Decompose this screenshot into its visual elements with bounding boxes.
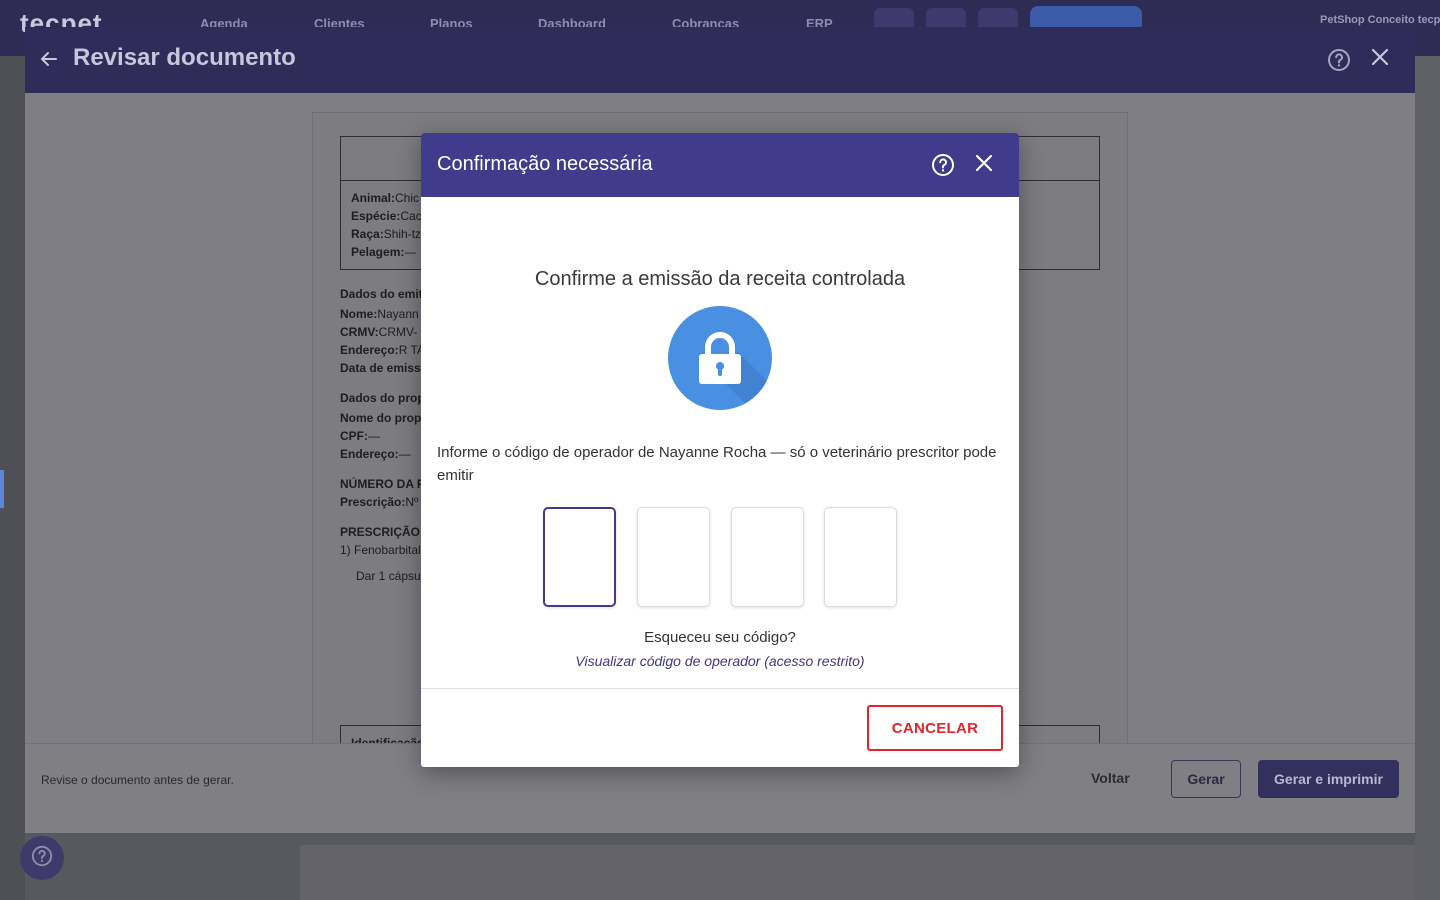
- doc-especie: Espécie:Cac: [351, 209, 422, 223]
- review-hint: Revise o documento antes de gerar.: [41, 773, 234, 787]
- doc-emitente-heading: Dados do emit: [340, 287, 423, 301]
- view-operator-code-link[interactable]: Visualizar código de operador (acesso re…: [421, 653, 1019, 669]
- close-icon[interactable]: [974, 153, 994, 178]
- doc-endereco: Endereço:R TA: [340, 343, 425, 357]
- voltar-button[interactable]: Voltar: [1091, 770, 1130, 786]
- petshop-name[interactable]: PetShop Conceito tecpet: [1320, 14, 1440, 26]
- modal-instruction: Informe o código de operador de Nayanne …: [437, 444, 997, 484]
- doc-prop-heading: Dados do prop: [340, 391, 425, 405]
- cancel-button[interactable]: CANCELAR: [867, 705, 1003, 751]
- doc-item-1-dose: Dar 1 cápsu: [356, 569, 421, 583]
- doc-prescricao-heading: PRESCRIÇÃO: [340, 525, 421, 539]
- doc-endereco-prop: Endereço:—: [340, 447, 411, 461]
- back-arrow-icon[interactable]: [39, 49, 59, 74]
- doc-nome-prop: Nome do prop: [340, 411, 422, 425]
- gerar-button[interactable]: Gerar: [1171, 760, 1241, 798]
- doc-prescricao-num: Prescrição:Nº: [340, 495, 419, 509]
- lock-badge: [668, 306, 772, 410]
- code-digit-1[interactable]: [543, 507, 616, 607]
- doc-nome: Nome:Nayann: [340, 307, 419, 321]
- doc-raca: Raça:Shih-tz: [351, 227, 422, 241]
- modal-divider: [421, 688, 1019, 689]
- doc-item-1: 1) Fenobarbital: [340, 543, 421, 557]
- code-digit-3[interactable]: [731, 507, 804, 607]
- modal-title: Confirmação necessária: [437, 153, 653, 175]
- app-sidebar: [0, 56, 25, 900]
- review-header: Revisar documento: [25, 27, 1415, 93]
- help-icon: [31, 845, 53, 872]
- review-title: Revisar documento: [73, 44, 296, 71]
- doc-numero: NÚMERO DA F: [340, 477, 425, 491]
- code-digit-2[interactable]: [637, 507, 710, 607]
- lock-icon: [699, 332, 772, 410]
- modal-header: Confirmação necessária: [421, 133, 1019, 197]
- modal-heading: Confirme a emissão da receita controlada: [534, 268, 906, 290]
- code-digit-4[interactable]: [824, 507, 897, 607]
- doc-data-emissao: Data de emiss: [340, 361, 421, 375]
- help-fab-button[interactable]: [20, 836, 64, 880]
- forgot-code-text: Esqueceu seu código?: [644, 629, 796, 646]
- doc-crmv: CRMV:CRMV-: [340, 325, 418, 339]
- doc-pelagem: Pelagem:—: [351, 245, 417, 259]
- doc-animal: Animal:Chic: [351, 191, 420, 205]
- confirmation-modal: Confirmação necessária Confirme a emissã…: [421, 133, 1019, 767]
- close-icon[interactable]: [1369, 46, 1391, 73]
- doc-cpf: CPF:—: [340, 429, 380, 443]
- help-icon[interactable]: [1327, 48, 1351, 77]
- app-background-strip: [300, 845, 1415, 900]
- gerar-imprimir-button[interactable]: Gerar e imprimir: [1258, 760, 1399, 798]
- app-background-bottom: [25, 833, 1415, 900]
- sidebar-active-marker: [0, 470, 4, 508]
- help-icon[interactable]: [931, 153, 955, 182]
